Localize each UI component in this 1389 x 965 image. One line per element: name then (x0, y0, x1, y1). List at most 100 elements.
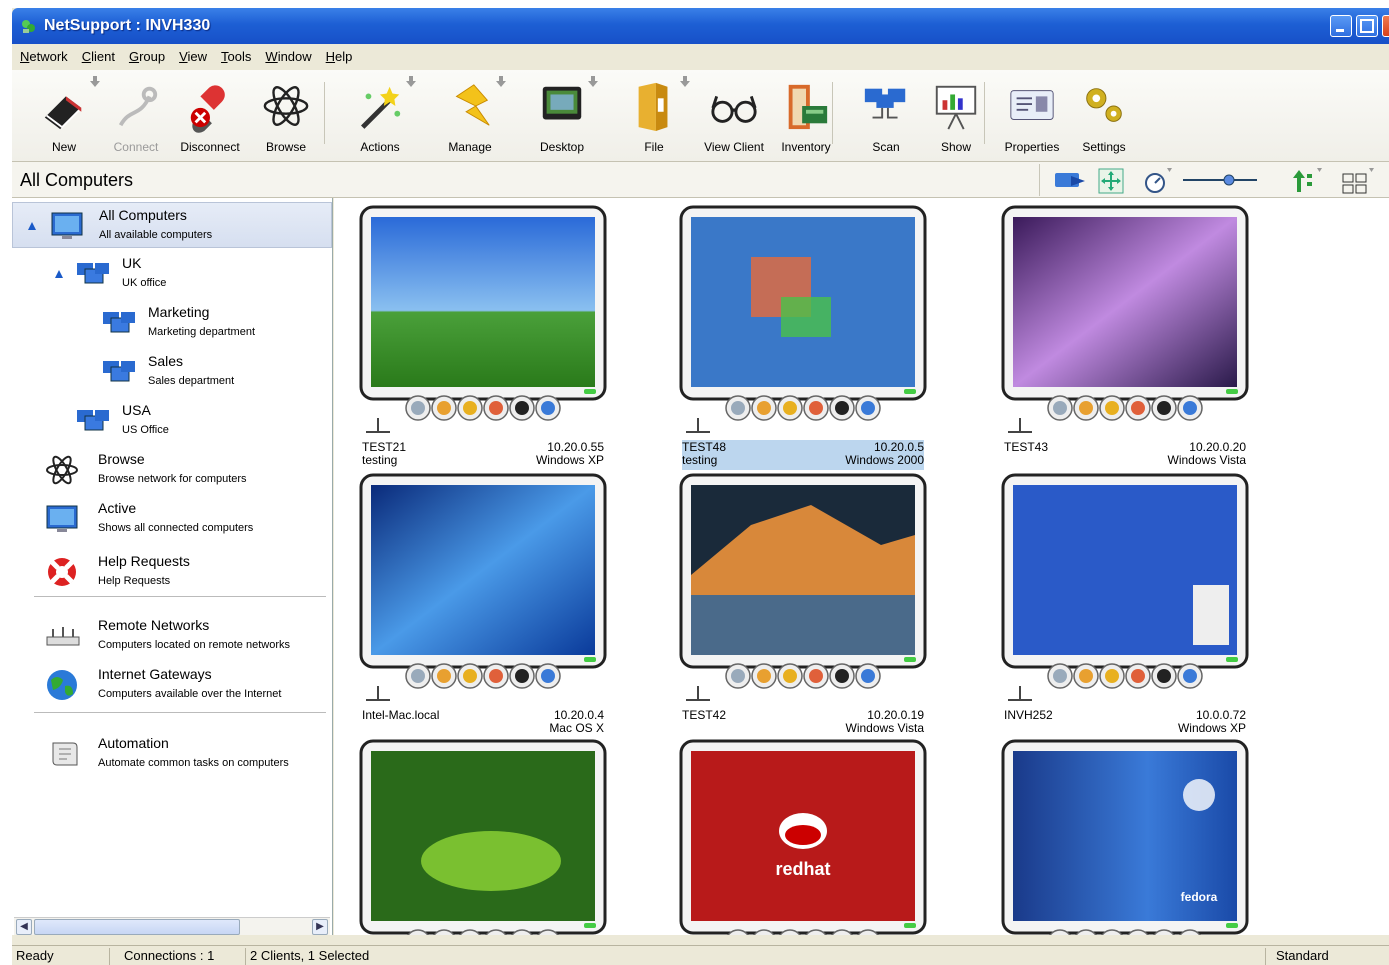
menu-tools[interactable]: Tools (213, 44, 257, 64)
chat-icon[interactable] (457, 663, 483, 689)
sidebar-item-marketing[interactable]: Marketing Marketing department (12, 300, 332, 346)
client-thumbnail[interactable] (358, 738, 608, 935)
stopwatch-icon[interactable] (1143, 166, 1179, 196)
toolbar-desktop-button[interactable]: Desktop (524, 76, 600, 160)
desktop-icon[interactable] (829, 395, 855, 421)
scroll-left-button[interactable]: ◀ (16, 919, 32, 935)
view-icon[interactable] (1047, 663, 1073, 689)
client-thumbnail[interactable]: TEST43 10.20.0.20 Windows Vista (1000, 204, 1250, 467)
menu-view[interactable]: View (171, 44, 213, 64)
toolbar-file-button[interactable]: File (616, 76, 692, 160)
toolbar-browse-button[interactable]: Browse (248, 76, 324, 160)
sort-icon[interactable] (1289, 166, 1329, 196)
desktop-icon[interactable] (509, 663, 535, 689)
sidebar-item-automation[interactable]: Automation Automate common tasks on compu… (12, 731, 332, 777)
toolbar-settings-button[interactable]: Settings (1066, 76, 1142, 160)
fit-view-icon[interactable] (1097, 167, 1125, 195)
view-icon[interactable] (405, 663, 431, 689)
client-thumbnail[interactable]: INVH252 10.0.0.72 Windows XP (1000, 472, 1250, 735)
chat-icon[interactable] (457, 395, 483, 421)
help-icon[interactable] (483, 663, 509, 689)
toolbar-manage-button[interactable]: Manage (432, 76, 508, 160)
message-icon[interactable] (855, 395, 881, 421)
title-bar[interactable]: NetSupport : INVH330 (12, 8, 1389, 44)
view-icon[interactable] (725, 663, 751, 689)
sidebar-item-uk[interactable]: UK UK office (12, 251, 332, 297)
expand-triangle-icon[interactable] (27, 221, 37, 231)
client-ip: 10.20.0.19 (867, 708, 924, 722)
message-icon[interactable] (855, 663, 881, 689)
menu-window[interactable]: Window (257, 44, 317, 64)
toolbar-show-button[interactable]: Show (918, 76, 994, 160)
client-ip: 10.0.0.72 (1195, 708, 1246, 722)
horizontal-scrollbar[interactable]: ◀ ▶ (14, 917, 330, 935)
new-book-icon (44, 96, 82, 130)
dropdown-arrow-icon[interactable] (588, 76, 598, 88)
sidebar-item-sales[interactable]: Sales Sales department (12, 349, 332, 395)
sidebar-item-usa[interactable]: USA US Office (12, 398, 332, 444)
layout-grid-icon[interactable] (1339, 166, 1379, 196)
dropdown-arrow-icon[interactable] (496, 76, 506, 88)
sidebar-divider (34, 712, 326, 714)
help-icon[interactable] (803, 395, 829, 421)
message-icon[interactable] (535, 663, 561, 689)
message-icon[interactable] (535, 395, 561, 421)
client-thumbnail[interactable]: Intel-Mac.local 10.20.0.4 Mac OS X (358, 472, 608, 735)
menu-client[interactable]: Client (74, 44, 121, 64)
toolbar-actions-button[interactable]: Actions (342, 76, 418, 160)
toolbar-disconnect-button[interactable]: Disconnect (172, 76, 248, 160)
settings-gears-icon (1086, 88, 1122, 122)
sidebar-tree: All Computers All available computers UK UK… (12, 198, 333, 935)
help-icon[interactable] (1125, 663, 1151, 689)
file-icon[interactable] (1073, 395, 1099, 421)
sidebar-item-desc: Computers available over the Internet (98, 688, 282, 700)
dropdown-arrow-icon[interactable] (680, 76, 690, 88)
help-icon[interactable] (1125, 395, 1151, 421)
file-icon[interactable] (751, 663, 777, 689)
client-thumbnail[interactable]: TEST42 10.20.0.19 Windows Vista (678, 472, 928, 735)
view-icon[interactable] (405, 395, 431, 421)
chat-icon[interactable] (777, 395, 803, 421)
minimize-button[interactable] (1330, 15, 1352, 37)
desktop-icon[interactable] (509, 395, 535, 421)
help-icon[interactable] (803, 663, 829, 689)
dropdown-arrow-icon[interactable] (406, 76, 416, 88)
sidebar-item-all-computers[interactable]: All Computers All available computers (12, 202, 332, 248)
remote-view-icon[interactable] (1053, 168, 1089, 194)
sidebar-item-desc: All available computers (99, 229, 213, 241)
client-thumbnail[interactable]: redhat (678, 738, 928, 935)
menu-group[interactable]: Group (121, 44, 171, 64)
chat-icon[interactable] (1099, 663, 1125, 689)
sidebar-item-remote-networks[interactable]: Remote Networks Computers located on remo… (12, 613, 332, 659)
expand-triangle-icon[interactable] (54, 269, 64, 279)
message-icon[interactable] (1177, 395, 1203, 421)
maximize-button[interactable] (1356, 15, 1378, 37)
desktop-icon[interactable] (1151, 395, 1177, 421)
sidebar-item-help-requests[interactable]: Help Requests Help Requests (12, 549, 332, 595)
chat-icon[interactable] (1099, 395, 1125, 421)
sidebar-item-internet-gateways[interactable]: Internet Gateways Computers available ove… (12, 662, 332, 708)
sidebar-item-browse[interactable]: Browse Browse network for computers (12, 447, 332, 493)
message-icon[interactable] (1177, 663, 1203, 689)
menu-help[interactable]: Help (318, 44, 359, 64)
view-icon[interactable] (725, 395, 751, 421)
help-icon[interactable] (483, 395, 509, 421)
close-button[interactable] (1382, 15, 1389, 37)
scroll-thumb[interactable] (34, 919, 240, 935)
file-icon[interactable] (431, 663, 457, 689)
file-icon[interactable] (431, 395, 457, 421)
client-thumbnail[interactable]: fedora (1000, 738, 1250, 935)
file-icon[interactable] (1073, 663, 1099, 689)
menu-network[interactable]: Network (12, 44, 74, 64)
file-icon[interactable] (751, 395, 777, 421)
chat-icon[interactable] (777, 663, 803, 689)
client-thumbnail[interactable]: TEST21 10.20.0.55 testing Windows XP (358, 204, 608, 467)
scroll-right-button[interactable]: ▶ (312, 919, 328, 935)
desktop-icon[interactable] (1151, 663, 1177, 689)
desktop-icon[interactable] (829, 663, 855, 689)
toolbar-separator (324, 82, 325, 144)
view-icon[interactable] (1047, 395, 1073, 421)
zoom-slider[interactable] (1181, 172, 1261, 188)
sidebar-item-active[interactable]: Active Shows all connected computers (12, 496, 332, 542)
client-thumbnail[interactable]: TEST48 10.20.0.5 testing Windows 2000 (678, 204, 928, 470)
